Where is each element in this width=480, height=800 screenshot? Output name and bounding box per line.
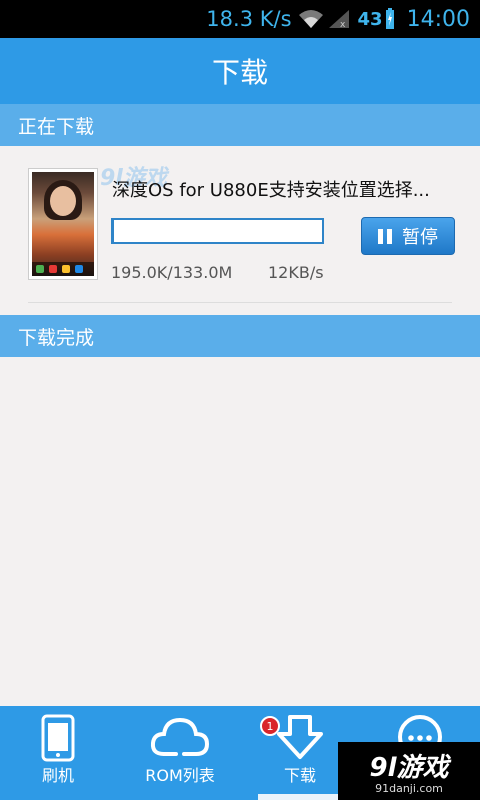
phone-icon <box>41 714 75 762</box>
status-bar: 18.3 K/s x 43 14:00 <box>0 0 480 38</box>
tab-rom-list[interactable]: ROM列表 <box>130 706 230 800</box>
clock: 14:00 <box>406 6 470 32</box>
battery-level: 43 <box>357 8 383 30</box>
watermark-logo: 9l游戏 91danji.com <box>338 742 480 800</box>
net-speed: 18.3 K/s <box>206 7 292 31</box>
tab-label: 刷机 <box>41 766 74 785</box>
tab-flash[interactable]: 刷机 <box>18 706 98 800</box>
title-bar: 下载 <box>0 38 480 104</box>
rom-thumbnail <box>28 168 98 280</box>
watermark-site: 91danji.com <box>375 782 443 795</box>
tab-label: ROM列表 <box>145 766 215 785</box>
page-title: 下载 <box>211 56 268 89</box>
signal-icon: x <box>328 10 349 29</box>
download-item[interactable]: 9l游戏 深度OS for U880E支持安装位置选择... 暂停 195.0K… <box>0 146 480 315</box>
download-arrow-icon <box>277 715 323 759</box>
cloud-icon <box>150 717 210 756</box>
progress-bar <box>111 218 324 244</box>
battery-charging-icon <box>385 8 394 29</box>
svg-text:x: x <box>340 20 346 29</box>
tab-label: 下载 <box>283 766 316 785</box>
download-speed: 12KB/s <box>268 263 324 282</box>
section-label: 正在下载 <box>18 115 95 138</box>
section-label: 下载完成 <box>18 326 95 349</box>
download-count-badge: 1 <box>260 716 280 736</box>
divider <box>28 302 452 303</box>
active-tab-indicator <box>258 794 344 800</box>
section-header-completed: 下载完成 <box>0 315 480 357</box>
pause-icon <box>378 228 392 244</box>
download-title: 深度OS for U880E支持安装位置选择... <box>112 180 430 201</box>
section-header-downloading: 正在下载 <box>0 104 480 146</box>
download-progress-text: 195.0K/133.0M <box>111 263 233 282</box>
pause-button[interactable]: 暂停 <box>361 217 455 255</box>
wifi-icon <box>298 10 323 28</box>
pause-label: 暂停 <box>402 227 438 248</box>
watermark-brand: 9l游戏 <box>369 753 449 783</box>
